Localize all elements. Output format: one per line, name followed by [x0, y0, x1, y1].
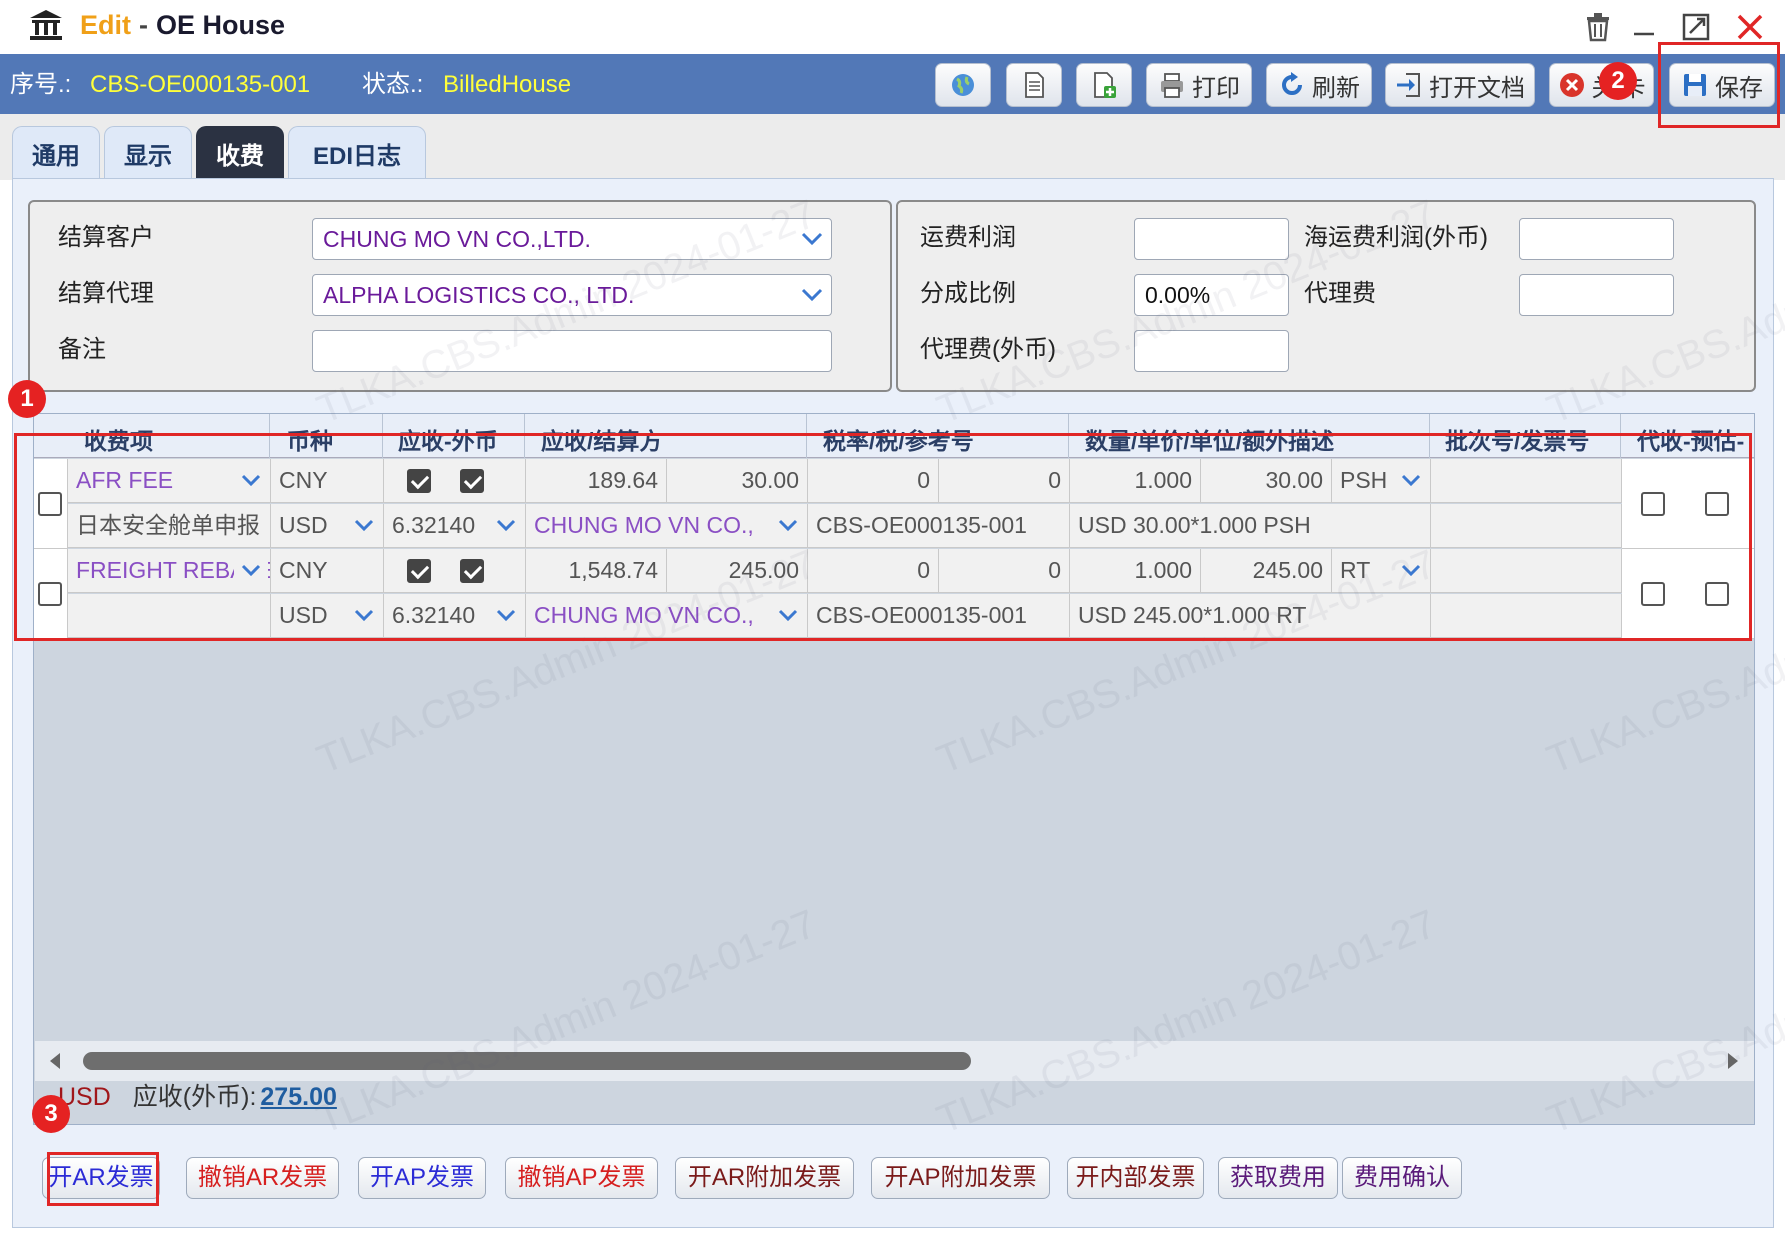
- serial-label: 序号.:: [10, 71, 72, 98]
- new-document-icon: [1094, 72, 1116, 98]
- share-ratio-label: 分成比例: [920, 280, 1016, 307]
- share-ratio-input[interactable]: 0.00%: [1134, 274, 1289, 316]
- settle-agent-label: 结算代理: [58, 280, 154, 307]
- status-label: 状态.:: [362, 71, 424, 98]
- close-icon[interactable]: [1730, 8, 1770, 46]
- open-ar-extra-invoice-button[interactable]: 开AR附加发票: [675, 1157, 854, 1199]
- globe-button[interactable]: [935, 63, 991, 107]
- print-button[interactable]: 打印: [1146, 63, 1252, 107]
- settle-customer-value: CHUNG MO VN CO.,LTD.: [323, 226, 591, 252]
- document-button[interactable]: [1006, 63, 1062, 107]
- open-ap-invoice-button[interactable]: 开AP发票: [358, 1157, 486, 1199]
- title-bar: Edit - OE House: [0, 0, 1785, 54]
- settle-customer-label: 结算客户: [58, 224, 154, 251]
- cancel-ar-invoice-button[interactable]: 撤销AR发票: [186, 1157, 339, 1199]
- annotation-badge-1: 1: [8, 380, 46, 418]
- horizontal-scrollbar[interactable]: [35, 1041, 1754, 1081]
- settle-customer-select[interactable]: CHUNG MO VN CO.,LTD.: [312, 218, 832, 260]
- open-document-label: 打开文档: [1429, 74, 1525, 102]
- refresh-label: 刷新: [1312, 74, 1360, 102]
- agent-fee-fc-input[interactable]: [1134, 330, 1289, 372]
- annotation-badge-2: 2: [1599, 62, 1637, 100]
- status-value: BilledHouse: [443, 71, 572, 98]
- annotation-box-save: [1658, 42, 1780, 128]
- print-label: 打印: [1192, 74, 1240, 102]
- ocean-profit-fc-label: 海运费利润(外币): [1304, 224, 1488, 251]
- window-title: Edit - OE House: [80, 8, 285, 42]
- ocean-profit-fc-input[interactable]: [1519, 218, 1674, 260]
- open-ap-extra-invoice-button[interactable]: 开AP附加发票: [871, 1157, 1050, 1199]
- annotation-box-grid: [14, 433, 1752, 641]
- serial-value: CBS-OE000135-001: [90, 71, 311, 98]
- chevron-down-icon[interactable]: [793, 275, 831, 315]
- chevron-down-icon[interactable]: [793, 219, 831, 259]
- totals-row: USD 应收(外币): 275.00: [58, 1082, 337, 1112]
- agent-fee-fc-label: 代理费(外币): [920, 336, 1056, 363]
- refresh-button[interactable]: 刷新: [1266, 63, 1372, 107]
- cancel-ap-invoice-button[interactable]: 撤销AP发票: [505, 1157, 658, 1199]
- freight-profit-label: 运费利润: [920, 224, 1016, 251]
- tab-display[interactable]: 显示: [104, 126, 192, 179]
- settle-agent-select[interactable]: ALPHA LOGISTICS CO., LTD.: [312, 274, 832, 316]
- remark-label: 备注: [58, 336, 106, 363]
- header-bar: 序号.: CBS-OE000135-001 状态.: BilledHouse 打…: [0, 54, 1785, 114]
- totals-label: 应收(外币):: [132, 1083, 257, 1111]
- globe-icon: [952, 74, 974, 96]
- open-document-icon: [1397, 73, 1420, 97]
- tab-charges[interactable]: 收费: [196, 126, 284, 179]
- scroll-right-icon[interactable]: [1727, 1052, 1739, 1070]
- scroll-left-icon[interactable]: [49, 1052, 61, 1070]
- annotation-box-ar-invoice: [47, 1152, 159, 1206]
- totals-amount-link[interactable]: 275.00: [260, 1083, 336, 1111]
- tab-general[interactable]: 通用: [12, 126, 100, 179]
- agent-fee-input[interactable]: [1519, 274, 1674, 316]
- scrollbar-thumb[interactable]: [83, 1052, 971, 1070]
- agent-fee-label: 代理费: [1304, 280, 1376, 307]
- title-separator: -: [139, 10, 148, 40]
- maximize-icon[interactable]: [1676, 8, 1716, 46]
- open-internal-invoice-button[interactable]: 开内部发票: [1067, 1157, 1204, 1199]
- trash-icon[interactable]: [1578, 8, 1618, 46]
- bank-icon: [30, 10, 62, 40]
- refresh-icon: [1282, 72, 1302, 95]
- new-document-button[interactable]: [1076, 63, 1132, 107]
- freight-profit-input[interactable]: [1134, 218, 1289, 260]
- open-document-button[interactable]: 打开文档: [1385, 63, 1535, 107]
- title-name: OE House: [156, 10, 286, 40]
- annotation-badge-3: 3: [32, 1095, 70, 1133]
- printer-icon: [1161, 73, 1183, 98]
- remark-input[interactable]: [312, 330, 832, 372]
- settle-agent-value: ALPHA LOGISTICS CO., LTD.: [323, 282, 635, 308]
- cancel-icon: [1559, 73, 1584, 97]
- document-icon: [1025, 72, 1044, 98]
- confirm-charges-button[interactable]: 费用确认: [1342, 1157, 1462, 1199]
- title-prefix: Edit: [80, 10, 131, 40]
- get-charges-button[interactable]: 获取费用: [1218, 1157, 1338, 1199]
- tab-edi-log[interactable]: EDI日志: [288, 126, 426, 179]
- minimize-icon[interactable]: [1624, 8, 1664, 46]
